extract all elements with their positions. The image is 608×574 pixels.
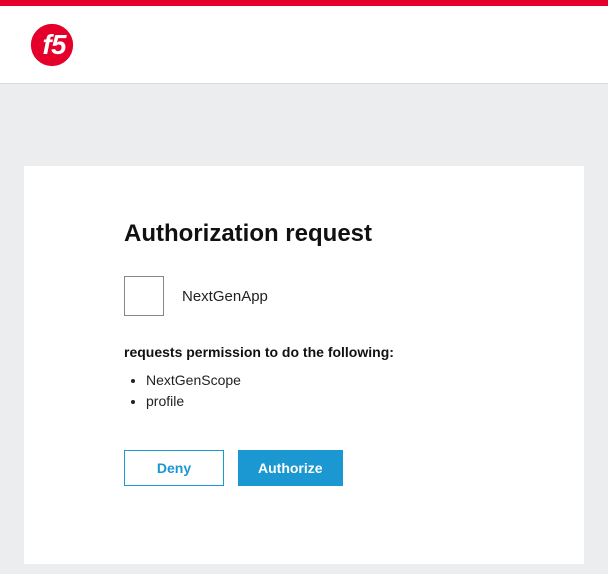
page-body: Authorization request NextGenApp request… [0, 166, 608, 564]
scope-item: NextGenScope [146, 370, 484, 391]
action-buttons: Deny Authorize [124, 450, 484, 486]
app-name: NextGenApp [182, 288, 268, 305]
permission-intro: requests permission to do the following: [124, 344, 484, 360]
authorization-card: Authorization request NextGenApp request… [24, 166, 584, 564]
authorize-button[interactable]: Authorize [238, 450, 343, 486]
f5-logo-icon: f 5 [28, 21, 76, 69]
f5-logo: f 5 [28, 21, 76, 69]
deny-button[interactable]: Deny [124, 450, 224, 486]
app-icon-placeholder [124, 276, 164, 316]
scope-item: profile [146, 391, 484, 412]
scope-list: NextGenScope profile [124, 370, 484, 412]
card-title: Authorization request [124, 220, 484, 248]
page-header: f 5 [0, 6, 608, 84]
requesting-app-row: NextGenApp [124, 276, 484, 316]
